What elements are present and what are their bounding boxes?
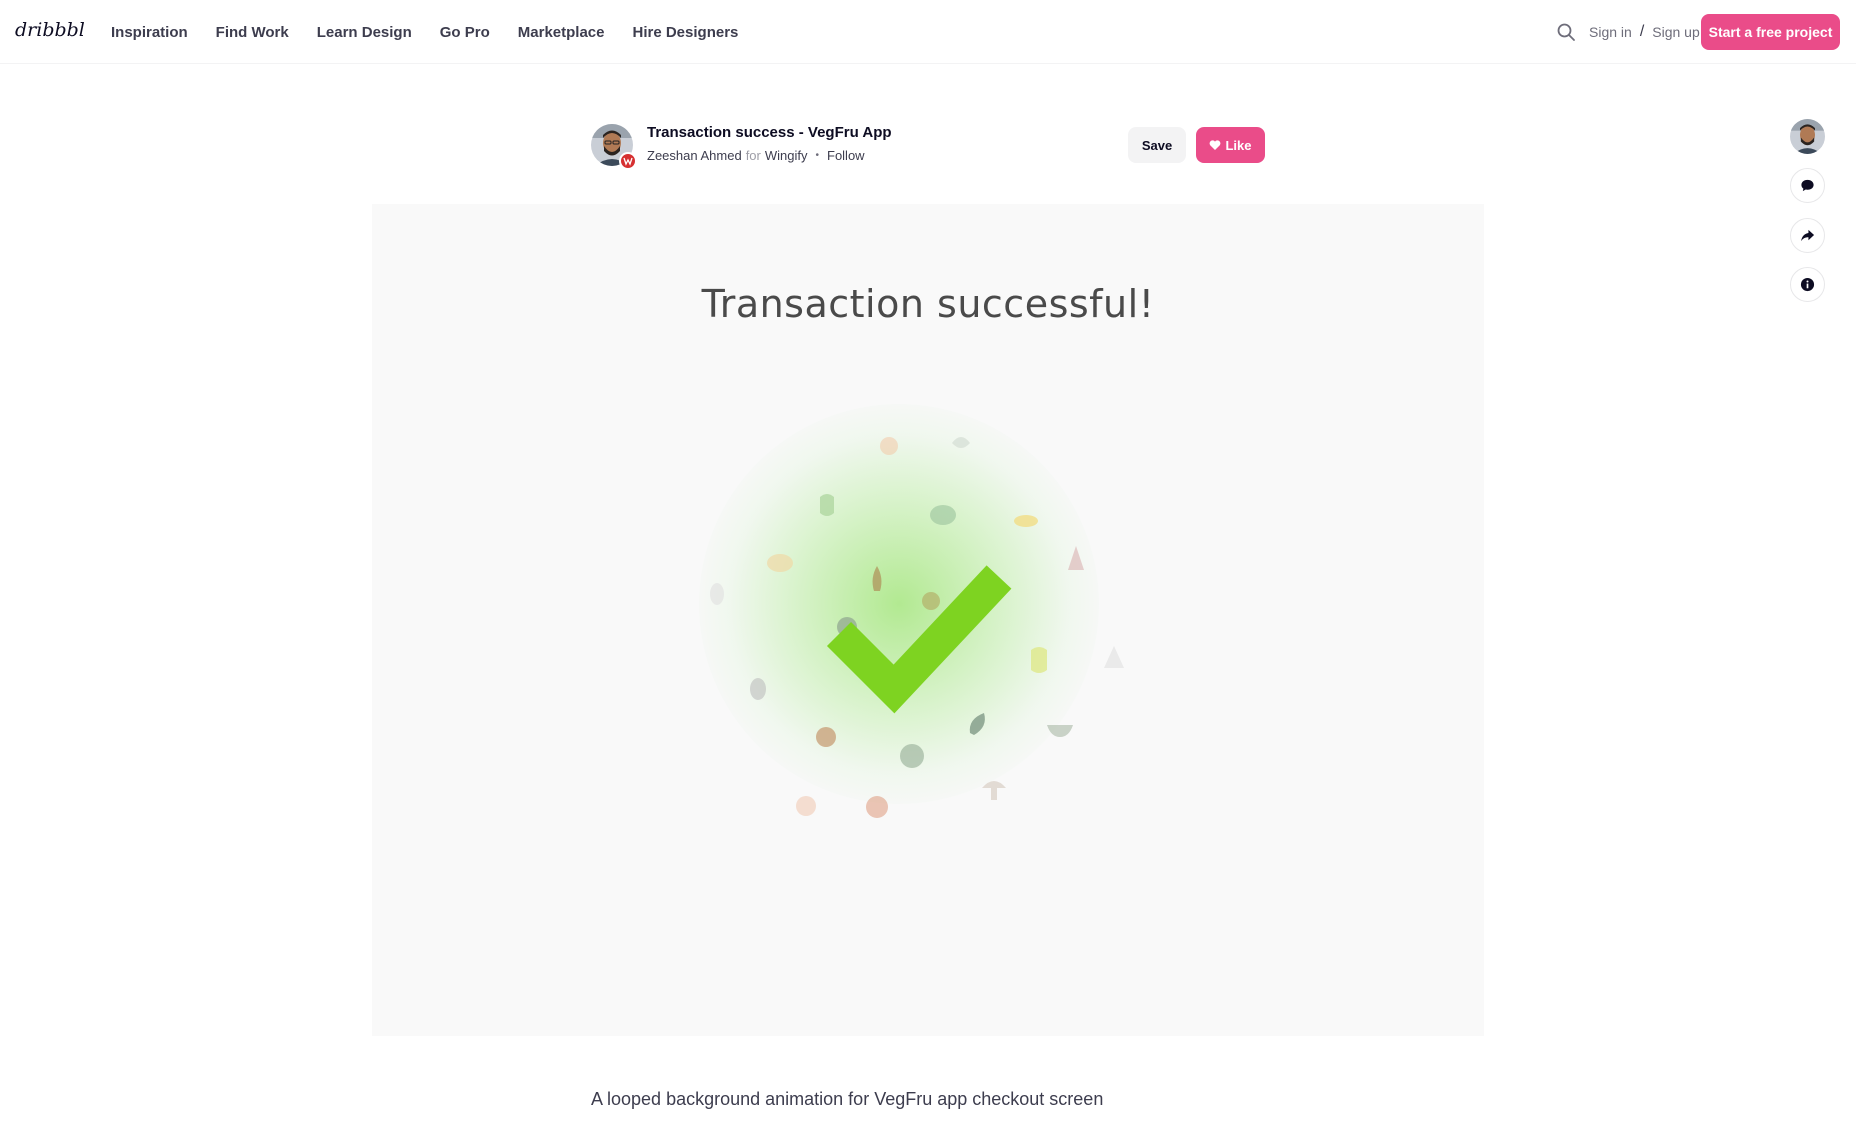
like-button[interactable]: Like xyxy=(1196,127,1265,163)
veg-icon xyxy=(1064,544,1088,574)
separator-dot: • xyxy=(815,150,819,161)
veg-icon xyxy=(812,722,840,750)
veg-icon xyxy=(946,429,976,455)
dribbble-logo[interactable]: dribbble xyxy=(15,16,85,44)
svg-text:dribbble: dribbble xyxy=(15,19,85,41)
shot-media[interactable]: Transaction successful! xyxy=(372,204,1484,1036)
sign-in-link[interactable]: Sign in xyxy=(1589,24,1632,40)
nav-go-pro[interactable]: Go Pro xyxy=(440,24,490,41)
shot-description: A looped background animation for VegFru… xyxy=(591,1089,1104,1109)
nav-inspiration[interactable]: Inspiration xyxy=(111,24,188,41)
veg-icon xyxy=(812,489,842,521)
comment-icon[interactable] xyxy=(1790,168,1825,203)
veg-icon xyxy=(897,742,927,770)
success-checkmark-icon xyxy=(824,559,1014,719)
auth-links: Sign in / Sign up xyxy=(1589,0,1700,64)
for-label: for xyxy=(745,148,761,163)
nav-learn-design[interactable]: Learn Design xyxy=(317,24,412,41)
info-icon[interactable] xyxy=(1790,267,1825,302)
save-button[interactable]: Save xyxy=(1128,127,1186,163)
veg-icon xyxy=(792,792,820,820)
main-nav: Inspiration Find Work Learn Design Go Pr… xyxy=(111,0,766,64)
veg-icon xyxy=(765,551,795,575)
author-link[interactable]: Zeeshan Ahmed xyxy=(647,148,742,163)
veg-icon xyxy=(927,501,959,529)
shot-heading: Transaction successful! xyxy=(701,282,1155,326)
veg-icon xyxy=(1012,512,1040,530)
veg-icon xyxy=(980,774,1008,804)
veg-icon xyxy=(862,792,892,820)
veg-icon xyxy=(1045,719,1075,739)
byline: Zeeshan Ahmed for Wingify • Follow xyxy=(647,148,865,163)
veg-icon xyxy=(1025,644,1053,676)
search-icon[interactable] xyxy=(1556,22,1576,42)
veg-icon xyxy=(706,580,728,608)
start-project-button[interactable]: Start a free project xyxy=(1701,14,1840,50)
top-header: dribbble Inspiration Find Work Learn Des… xyxy=(0,0,1856,64)
rail-author-avatar[interactable] xyxy=(1790,119,1825,154)
nav-find-work[interactable]: Find Work xyxy=(216,24,289,41)
like-label: Like xyxy=(1225,137,1252,153)
follow-link[interactable]: Follow xyxy=(827,148,865,163)
heart-icon xyxy=(1210,140,1221,150)
veg-icon xyxy=(1102,644,1126,670)
nav-hire-designers[interactable]: Hire Designers xyxy=(633,24,739,41)
veg-icon xyxy=(746,674,770,702)
veg-icon xyxy=(876,432,902,458)
sign-up-link[interactable]: Sign up xyxy=(1652,24,1699,40)
nav-marketplace[interactable]: Marketplace xyxy=(518,24,605,41)
share-icon[interactable] xyxy=(1790,218,1825,253)
team-badge-icon xyxy=(619,152,637,170)
shot-title: Transaction success - VegFru App xyxy=(647,124,892,141)
team-link[interactable]: Wingify xyxy=(765,148,808,163)
auth-separator: / xyxy=(1639,23,1645,40)
